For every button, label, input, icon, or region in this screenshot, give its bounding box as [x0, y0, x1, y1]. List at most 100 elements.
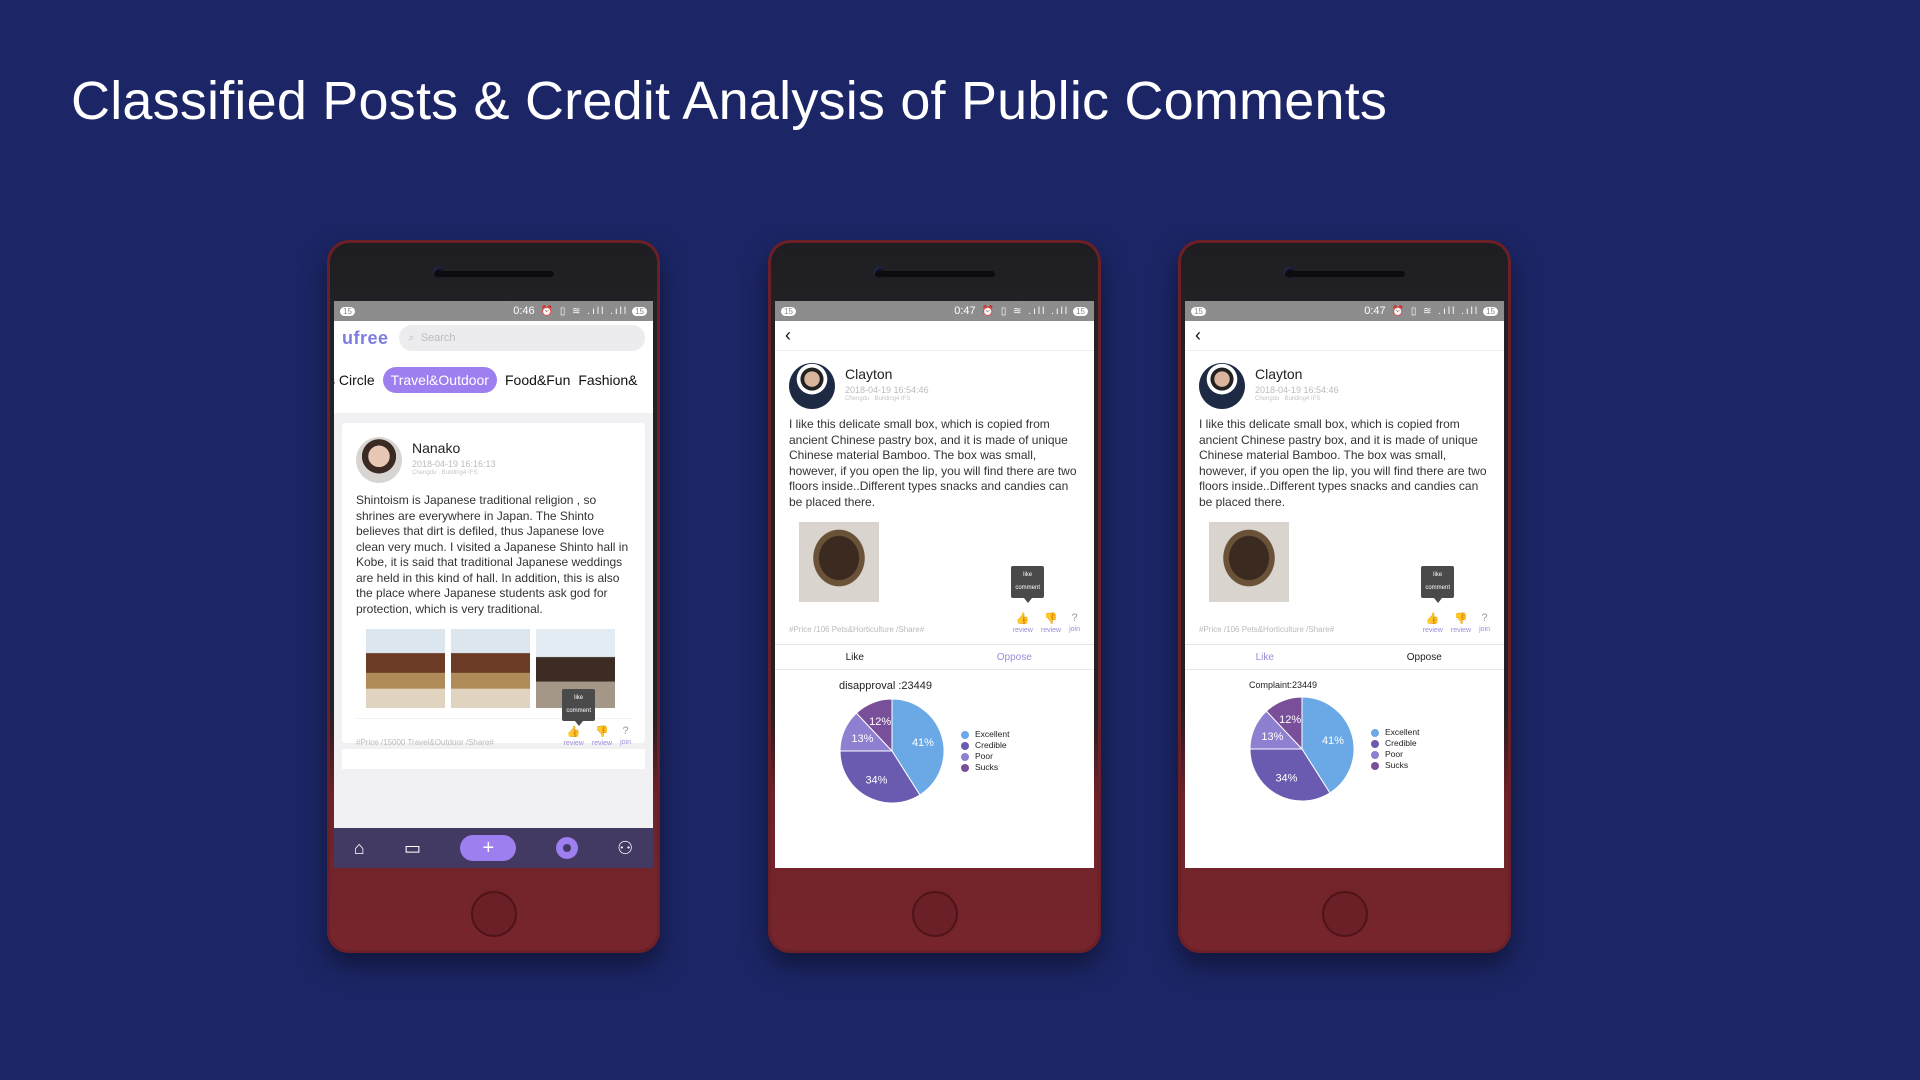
pie-legend: Excellent Credible Poor Sucks — [1371, 727, 1420, 771]
status-time: 0:46 — [513, 305, 535, 317]
post-tags[interactable]: #Price /106 Pets&Horticulture /Share# — [789, 625, 924, 634]
legend-label: Sucks — [975, 762, 999, 772]
tooltip-line: comment — [1015, 585, 1040, 591]
post-footer: #Price /106 Pets&Horticulture /Share# 👍 r… — [1199, 566, 1490, 634]
like-action[interactable]: 👍 review — [1423, 612, 1443, 634]
notification-badge: 15 — [781, 306, 796, 316]
legend-item: Sucks — [1371, 760, 1420, 771]
legend-item: Credible — [1371, 738, 1420, 749]
legend-label: Credible — [1385, 738, 1417, 748]
detail-header: ‹ — [1185, 321, 1504, 351]
discover-icon[interactable] — [555, 837, 578, 859]
post-tags[interactable]: #Price /15000 Travel&Outdoor /Share# — [356, 738, 494, 747]
tab-like[interactable]: Like — [1185, 652, 1345, 663]
join-action[interactable]: ? join — [1069, 612, 1080, 634]
battery-icon: 15 — [1483, 306, 1498, 316]
status-bar: 15 0:47 ⏰ ▯ ≋ .ıll .ıll 15 — [775, 301, 1094, 321]
thumb-down-icon: 👎 — [595, 726, 609, 738]
pie-data-label: 13% — [851, 733, 873, 745]
chat-icon[interactable]: ▭ — [404, 838, 421, 859]
dislike-action[interactable]: 👎 review — [1451, 612, 1471, 634]
action-label: review — [591, 740, 613, 747]
search-placeholder: Search — [420, 332, 456, 344]
avatar[interactable] — [1199, 363, 1245, 409]
search-icon: ⌕ — [408, 331, 415, 344]
legend-swatch — [1371, 739, 1379, 748]
tab-like[interactable]: Like — [775, 652, 935, 663]
post-location: Chengdu · Building4 IFS — [412, 470, 478, 476]
add-post-button[interactable]: + — [460, 835, 517, 861]
question-icon: ? — [1071, 612, 1078, 624]
phone-screen-detail: 15 0:47 ⏰ ▯ ≋ .ıll .ıll 15 ‹ Clayton 201… — [775, 301, 1094, 868]
post-text: I like this delicate small box, which is… — [1199, 417, 1487, 509]
post-photo[interactable] — [366, 629, 445, 708]
home-icon[interactable]: ⌂ — [354, 838, 365, 859]
next-post-card[interactable] — [342, 749, 645, 769]
post-username[interactable]: Clayton — [1255, 366, 1339, 382]
complaint-count: Complaint:23449 — [1249, 680, 1318, 690]
action-label: review — [563, 740, 584, 747]
tab-food-fun[interactable]: Food&Fun — [505, 372, 570, 388]
bottom-nav: ⌂ ▭ + ⚇ — [334, 828, 653, 868]
post-location: Chengdu · Building4 IFS — [845, 396, 911, 402]
tooltip-line: like — [1023, 572, 1033, 578]
pie-data-label: 34% — [865, 774, 887, 786]
tab-oppose[interactable]: Oppose — [1345, 652, 1505, 663]
credit-pie-chart: 41% 34% 13% 12% — [1249, 696, 1355, 802]
tab-fashion[interactable]: Fashion& — [578, 372, 637, 388]
action-label: review — [1040, 627, 1062, 634]
earpiece — [874, 271, 995, 277]
action-label: join — [1479, 626, 1490, 633]
tooltip-line: comment — [566, 708, 591, 714]
phone-screen-feed: 15 0:46 ⏰ ▯ ≋ .ıll .ıll 15 ufree ⌕ Searc… — [334, 301, 653, 868]
like-action[interactable]: 👍 review — [1013, 612, 1033, 634]
thumb-up-icon: 👍 — [566, 726, 581, 738]
post-username[interactable]: Clayton — [845, 366, 929, 382]
post-text: I like this delicate small box, which is… — [789, 417, 1077, 509]
category-tabs: s Circle Travel&Outdoor Food&Fun Fashion… — [334, 367, 653, 393]
pie-data-label: 13% — [1261, 731, 1283, 743]
dislike-action[interactable]: 👎 review — [1041, 612, 1061, 634]
back-arrow-icon[interactable]: ‹ — [1195, 325, 1201, 346]
status-icons: ⏰ ▯ ≋ .ıll .ıll — [981, 305, 1070, 317]
action-label: join — [1069, 626, 1080, 633]
legend-swatch — [1371, 728, 1379, 737]
avatar[interactable] — [356, 437, 402, 483]
profile-icon[interactable]: ⚇ — [617, 838, 633, 859]
dislike-action[interactable]: 👎 review — [592, 725, 612, 747]
back-arrow-icon[interactable]: ‹ — [785, 325, 791, 346]
pie-data-label: 12% — [1279, 714, 1301, 726]
avatar[interactable] — [789, 363, 835, 409]
tooltip: like comment — [562, 689, 595, 726]
post-text: Shintoism is Japanese traditional religi… — [356, 493, 629, 616]
post-tags[interactable]: #Price /106 Pets&Horticulture /Share# — [1199, 625, 1334, 634]
pie-data-label: 12% — [869, 716, 891, 728]
post-username[interactable]: Nanako — [412, 440, 496, 456]
legend-item: Sucks — [961, 762, 1010, 773]
thumb-up-icon: 👍 — [1015, 613, 1030, 625]
action-label: review — [1012, 627, 1033, 634]
post-photo[interactable] — [451, 629, 530, 708]
home-button — [470, 891, 517, 937]
battery-icon: 15 — [1073, 306, 1088, 316]
search-input[interactable]: ⌕ Search — [398, 325, 645, 351]
post-photo[interactable] — [1209, 522, 1289, 602]
pie-data-label: 34% — [1275, 772, 1297, 784]
tab-travel-outdoor[interactable]: Travel&Outdoor — [382, 367, 497, 393]
legend-swatch — [961, 763, 969, 772]
post-card[interactable]: Nanako 2018-04-19 16:16:13 Chengdu · Bui… — [342, 423, 645, 747]
detail-header: ‹ — [775, 321, 1094, 351]
tab-circle[interactable]: s Circle — [334, 372, 375, 388]
action-label: review — [1450, 627, 1472, 634]
post-photo[interactable] — [799, 522, 879, 602]
status-time: 0:47 — [954, 305, 976, 317]
app-logo[interactable]: ufree — [342, 328, 389, 349]
tab-oppose[interactable]: Oppose — [935, 652, 1095, 663]
join-action[interactable]: ? join — [620, 725, 631, 747]
join-action[interactable]: ? join — [1479, 612, 1490, 634]
like-action[interactable]: 👍 review — [564, 725, 584, 747]
thumb-up-icon: 👍 — [1425, 613, 1440, 625]
post-date: 2018-04-19 16:16:13 — [412, 459, 496, 469]
legend-label: Poor — [1385, 749, 1403, 759]
legend-swatch — [961, 741, 969, 750]
